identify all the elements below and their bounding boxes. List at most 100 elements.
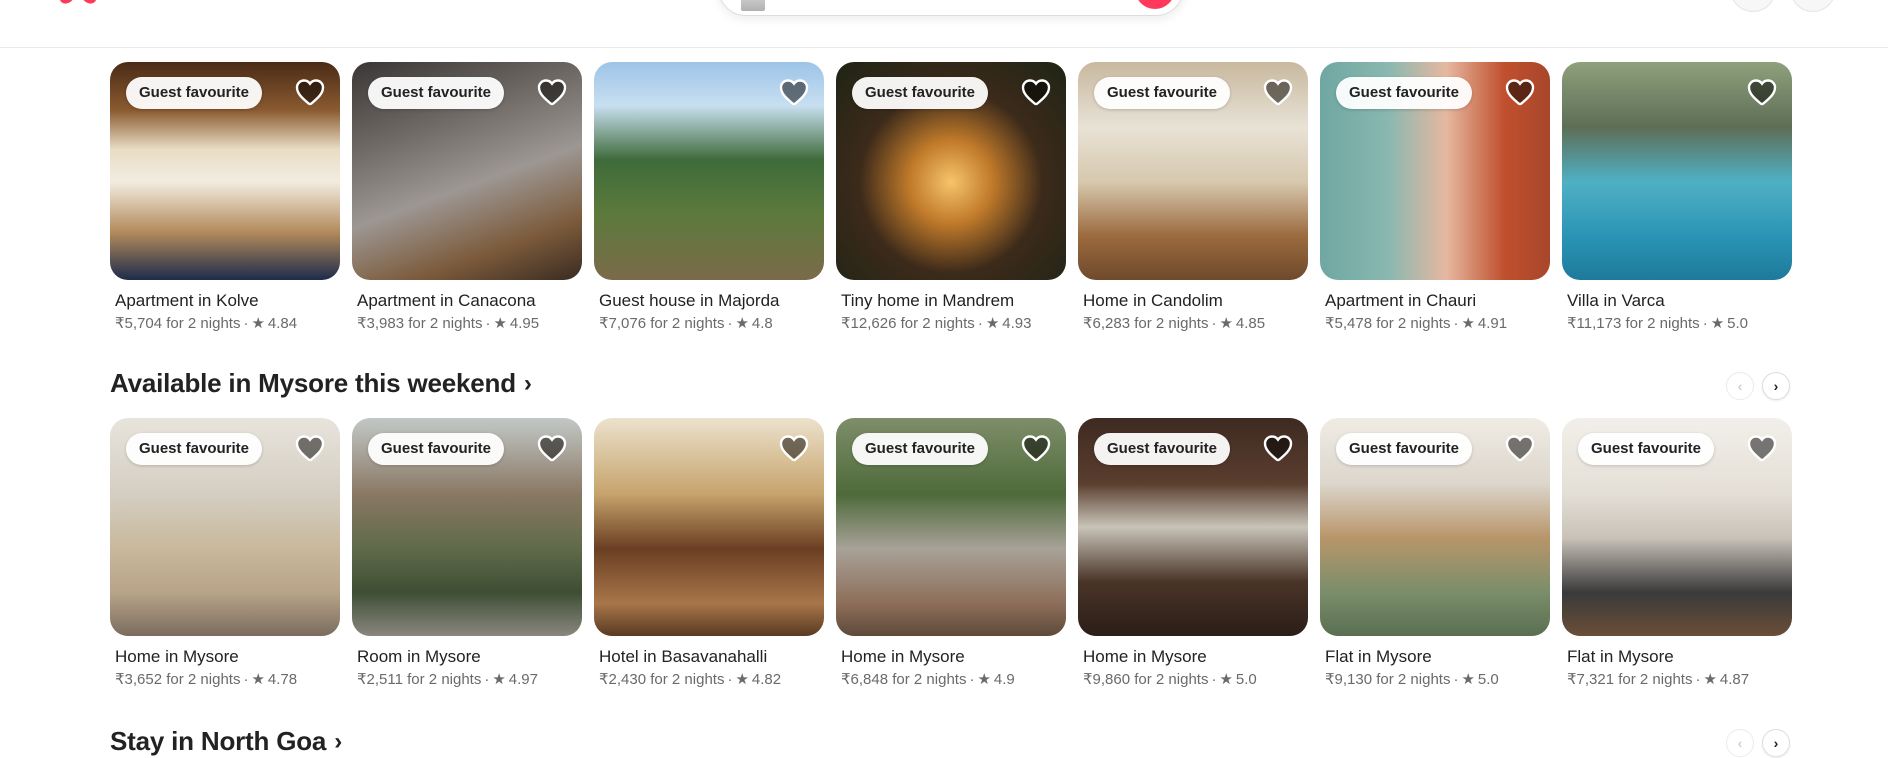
separator-dot: · [727,315,733,332]
section-title-mysore[interactable]: Available in Mysore this weekend › [110,368,532,399]
listing-meta: ₹9,130 for 2 nights · ★ 5.0 [1320,670,1550,688]
listing-card[interactable]: Guest favourite Apartment in Kolve ₹5,704 … [110,62,340,332]
listing-photo[interactable]: Guest favourite [836,62,1066,280]
listing-title: Flat in Mysore [1325,647,1432,666]
guest-favourite-badge: Guest favourite [126,433,263,465]
listing-photo[interactable]: Guest favourite [1320,62,1550,280]
listing-price: ₹2,511 for 2 nights [357,671,482,688]
listing-rating: 4.8 [751,315,773,332]
listing-title: Room in Mysore [357,647,481,666]
listing-photo[interactable]: Guest favourite [1078,418,1308,636]
separator-dot: · [969,671,975,688]
listing-rating: 5.0 [1235,671,1257,688]
separator-dot: · [243,671,249,688]
star-icon: ★ [1461,315,1475,332]
heart-icon[interactable] [294,76,326,108]
listing-title: Home in Mysore [1083,647,1207,666]
heart-icon[interactable] [1504,76,1536,108]
listing-photo[interactable]: Guest favourite [1078,62,1308,280]
listing-card[interactable]: Guest favourite Apartment in Chauri ₹5,478… [1320,62,1550,332]
guest-favourite-badge: Guest favourite [1336,77,1473,109]
carousel-prev-button[interactable]: ‹ [1726,729,1754,757]
heart-icon[interactable] [1504,432,1536,464]
heart-icon[interactable] [778,432,810,464]
separator-dot: · [484,671,490,688]
star-icon: ★ [1710,315,1725,332]
carousel-next-button[interactable]: › [1762,729,1790,757]
star-icon: ★ [251,671,265,688]
listing-card[interactable]: Guest favourite Home in Candolim ₹6,283 fo… [1078,62,1308,332]
guest-favourite-badge: Guest favourite [852,77,989,109]
listing-rating: 4.87 [1719,671,1750,688]
chevron-right-icon: › [334,727,342,755]
carousel-prev-button[interactable]: ‹ [1726,372,1754,400]
listing-meta: ₹3,652 for 2 nights · ★ 4.78 [110,670,340,688]
listing-photo[interactable]: Guest favourite [352,62,582,280]
separator-dot: · [727,671,733,688]
listing-photo[interactable]: Guest favourite [110,418,340,636]
listing-photo[interactable]: Guest favourite [1320,418,1550,636]
carousel-next-button[interactable]: › [1762,372,1790,400]
section-title-text: Stay in North Goa [110,726,327,756]
listing-card[interactable]: Guest house in Majorda ₹7,076 for 2 night… [594,62,824,332]
heart-icon[interactable] [294,432,326,464]
listing-photo[interactable]: Guest favourite [110,62,340,280]
listing-title: Apartment in Canacona [357,291,536,310]
listing-meta: ₹7,321 for 2 nights · ★ 4.87 [1562,670,1792,688]
listing-title: Apartment in Kolve [115,291,259,310]
guest-favourite-badge: Guest favourite [1336,433,1473,465]
listing-rating: 4.97 [508,671,538,688]
listing-card[interactable]: Guest favourite Home in Mysore ₹3,652 for … [110,418,340,688]
star-icon: ★ [493,315,507,332]
listing-card[interactable]: Guest favourite Flat in Mysore ₹9,130 for … [1320,418,1550,688]
heart-icon[interactable] [1746,432,1778,464]
listing-meta: ₹12,626 for 2 nights · ★ 4.93 [836,314,1066,332]
listing-photo[interactable] [594,418,824,636]
listing-photo[interactable]: Guest favourite [836,418,1066,636]
listing-title: Flat in Mysore [1567,647,1674,666]
listing-card[interactable]: Guest favourite Tiny home in Mandrem ₹12,6… [836,62,1066,332]
separator-dot: · [1211,315,1217,332]
heart-icon[interactable] [536,76,568,108]
guest-favourite-badge: Guest favourite [368,77,505,109]
airbnb-logo-icon[interactable] [56,0,100,8]
chevron-right-icon: › [523,369,532,397]
listing-price: ₹9,130 for 2 nights [1325,671,1451,688]
listing-title: Home in Mysore [841,647,965,666]
listing-rating: 5.0 [1477,671,1499,688]
listing-meta: ₹2,430 for 2 nights · ★ 4.82 [594,670,824,688]
listing-meta: ₹6,283 for 2 nights · ★ 4.85 [1078,314,1308,332]
listing-title: Tiny home in Mandrem [841,291,1015,310]
star-icon: ★ [735,315,749,332]
search-bar[interactable] [718,0,1184,16]
listing-photo[interactable]: Guest favourite [352,418,582,636]
search-button[interactable] [1135,0,1175,9]
separator-dot: · [1211,671,1217,688]
listing-meta: ₹5,704 for 2 nights · ★ 4.84 [110,314,340,332]
listing-card[interactable]: Hotel in Basavanahalli ₹2,430 for 2 night… [594,418,824,688]
listing-card[interactable]: Guest favourite Room in Mysore ₹2,511 for … [352,418,582,688]
separator-dot: · [1695,671,1701,688]
listing-card[interactable]: Guest favourite Home in Mysore ₹6,848 for … [836,418,1066,688]
listing-price: ₹5,704 for 2 nights [115,315,241,332]
heart-icon[interactable] [1020,432,1052,464]
heart-icon[interactable] [1746,76,1778,108]
section-title-north-goa[interactable]: Stay in North Goa › [110,726,342,757]
listing-card[interactable]: Guest favourite Flat in Mysore ₹7,321 for … [1562,418,1792,688]
heart-icon[interactable] [778,76,810,108]
listing-photo[interactable] [594,62,824,280]
listing-meta: ₹11,173 for 2 nights · ★ 5.0 [1562,314,1792,332]
star-icon: ★ [492,671,506,688]
profile-menu-button[interactable] [1790,0,1836,12]
globe-button[interactable] [1730,0,1776,12]
heart-icon[interactable] [536,432,568,464]
heart-icon[interactable] [1020,76,1052,108]
heart-icon[interactable] [1262,432,1294,464]
listing-card[interactable]: Guest favourite Apartment in Canacona ₹3,9… [352,62,582,332]
listing-photo[interactable]: Guest favourite [1562,418,1792,636]
listing-card[interactable]: Villa in Varca ₹11,173 for 2 nights · ★ 5.0 [1562,62,1792,332]
listing-price: ₹12,626 for 2 nights [841,315,975,332]
listing-card[interactable]: Guest favourite Home in Mysore ₹9,860 for … [1078,418,1308,688]
listing-photo[interactable] [1562,62,1792,280]
heart-icon[interactable] [1262,76,1294,108]
